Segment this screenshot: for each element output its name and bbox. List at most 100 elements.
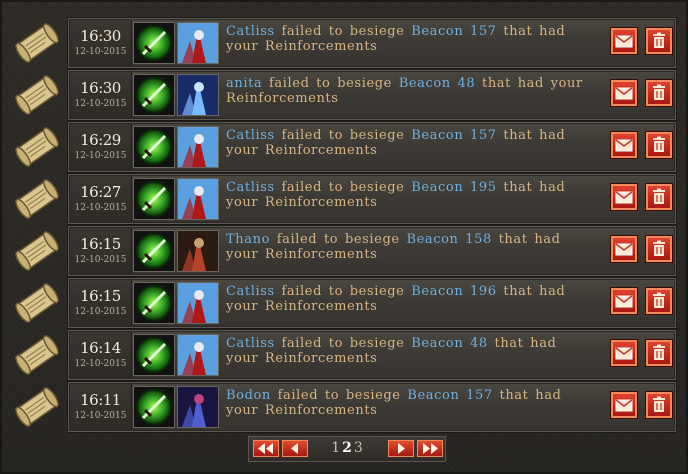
- report-time: 16:30: [80, 27, 121, 45]
- target-link[interactable]: Beacon: [407, 388, 459, 403]
- report-row[interactable]: 16:30 12-10-2015: [2, 69, 688, 121]
- player-name-link[interactable]: Catliss: [226, 24, 275, 39]
- target-link[interactable]: Beacon: [411, 284, 463, 299]
- delete-button[interactable]: [646, 340, 672, 366]
- target-link[interactable]: Beacon: [411, 336, 463, 351]
- report-row[interactable]: 16:11 12-10-2015 Bodon failed to besiege…: [2, 381, 688, 433]
- report-time: 16:27: [80, 183, 121, 201]
- mail-button[interactable]: [611, 184, 637, 210]
- mail-button[interactable]: [611, 236, 637, 262]
- timestamp: 16:27 12-10-2015: [70, 176, 132, 222]
- report-date: 12-10-2015: [74, 411, 127, 421]
- trash-icon: [653, 292, 665, 308]
- timestamp: 16:30 12-10-2015: [70, 20, 132, 66]
- trash-icon: [653, 136, 665, 152]
- green-sword-icon: [133, 178, 175, 220]
- envelope-icon: [615, 139, 633, 152]
- target-link[interactable]: Beacon: [406, 232, 458, 247]
- target-number[interactable]: 196: [470, 284, 497, 299]
- timestamp: 16:15 12-10-2015: [70, 228, 132, 274]
- report-row[interactable]: 16:15 12-10-2015: [2, 225, 688, 277]
- delete-button[interactable]: [646, 184, 672, 210]
- report-message: Catliss failed to besiege Beacon 195 tha…: [226, 180, 586, 210]
- player-avatar: [177, 386, 219, 428]
- scroll-icon[interactable]: [14, 332, 60, 378]
- target-number[interactable]: 195: [470, 180, 497, 195]
- player-name-link[interactable]: Catliss: [226, 180, 275, 195]
- trash-icon: [653, 32, 665, 48]
- report-row[interactable]: 16:27 12-10-2015 Catliss failed to besie…: [2, 173, 688, 225]
- message-text: failed to besiege: [281, 336, 405, 351]
- scroll-icon[interactable]: [14, 176, 60, 222]
- delete-button[interactable]: [646, 28, 672, 54]
- page-1[interactable]: 1: [331, 440, 340, 456]
- delete-button[interactable]: [646, 392, 672, 418]
- player-name-link[interactable]: Bodon: [226, 388, 271, 403]
- report-time: 16:15: [80, 235, 121, 253]
- left-arrow-icon: [291, 443, 298, 454]
- page-2-current[interactable]: 2: [342, 440, 352, 456]
- report-card: 16:30 12-10-2015: [68, 18, 676, 68]
- mail-button[interactable]: [611, 28, 637, 54]
- target-number[interactable]: 157: [466, 388, 493, 403]
- message-text: failed to besiege: [281, 284, 405, 299]
- scroll-icon[interactable]: [14, 280, 60, 326]
- green-sword-icon: [133, 334, 175, 376]
- target-number[interactable]: 158: [465, 232, 492, 247]
- mail-button[interactable]: [611, 392, 637, 418]
- player-name-link[interactable]: Catliss: [226, 336, 275, 351]
- player-name-link[interactable]: anita: [226, 76, 262, 91]
- report-card: 16:27 12-10-2015 Catliss failed to besie…: [68, 174, 676, 224]
- player-name-link[interactable]: Thano: [226, 232, 270, 247]
- player-name-link[interactable]: Catliss: [226, 284, 275, 299]
- delete-button[interactable]: [646, 132, 672, 158]
- report-row[interactable]: 16:15 12-10-2015: [2, 277, 688, 329]
- message-text: failed to besiege: [281, 24, 405, 39]
- envelope-icon: [615, 399, 633, 412]
- report-date: 12-10-2015: [74, 255, 127, 265]
- mail-button[interactable]: [611, 288, 637, 314]
- report-row[interactable]: 16:29 12-10-2015 Catliss failed to besie…: [2, 121, 688, 173]
- report-card: 16:15 12-10-2015: [68, 278, 676, 328]
- report-message: Bodon failed to besiege Beacon 157 that …: [226, 388, 586, 418]
- reports-panel: 16:30 12-10-2015 Catliss failed to besie…: [0, 0, 688, 474]
- scroll-icon[interactable]: [14, 124, 60, 170]
- target-link[interactable]: Beacon: [411, 180, 463, 195]
- report-row[interactable]: 16:30 12-10-2015: [2, 17, 688, 69]
- target-number[interactable]: 157: [470, 24, 497, 39]
- last-page-button[interactable]: [417, 440, 443, 457]
- green-sword-icon: [133, 74, 175, 116]
- target-number[interactable]: 48: [470, 336, 488, 351]
- timestamp: 16:11 12-10-2015: [70, 384, 132, 430]
- delete-button[interactable]: [646, 288, 672, 314]
- trash-icon: [653, 240, 665, 256]
- target-number[interactable]: 48: [458, 76, 476, 91]
- target-link[interactable]: Beacon: [399, 76, 451, 91]
- first-page-button[interactable]: [253, 440, 279, 457]
- prev-page-button[interactable]: [282, 440, 308, 457]
- right-arrow-icon: [398, 443, 405, 454]
- envelope-icon: [615, 87, 633, 100]
- mail-button[interactable]: [611, 340, 637, 366]
- page-3[interactable]: 3: [354, 440, 363, 456]
- player-name-link[interactable]: Catliss: [226, 128, 275, 143]
- scroll-icon[interactable]: [14, 228, 60, 274]
- scroll-icon[interactable]: [14, 72, 60, 118]
- target-link[interactable]: Beacon: [411, 24, 463, 39]
- envelope-icon: [615, 295, 633, 308]
- trash-icon: [653, 84, 665, 100]
- target-link[interactable]: Beacon: [411, 128, 463, 143]
- delete-button[interactable]: [646, 236, 672, 262]
- target-number[interactable]: 157: [470, 128, 497, 143]
- mail-button[interactable]: [611, 132, 637, 158]
- report-date: 12-10-2015: [74, 203, 127, 213]
- player-avatar: [177, 126, 219, 168]
- report-row[interactable]: 16:14 12-10-2015 Catliss failed to besie…: [2, 329, 688, 381]
- delete-button[interactable]: [646, 80, 672, 106]
- scroll-icon[interactable]: [14, 20, 60, 66]
- next-page-button[interactable]: [388, 440, 414, 457]
- trash-icon: [653, 344, 665, 360]
- report-card: 16:30 12-10-2015: [68, 70, 676, 120]
- scroll-icon[interactable]: [14, 384, 60, 430]
- mail-button[interactable]: [611, 80, 637, 106]
